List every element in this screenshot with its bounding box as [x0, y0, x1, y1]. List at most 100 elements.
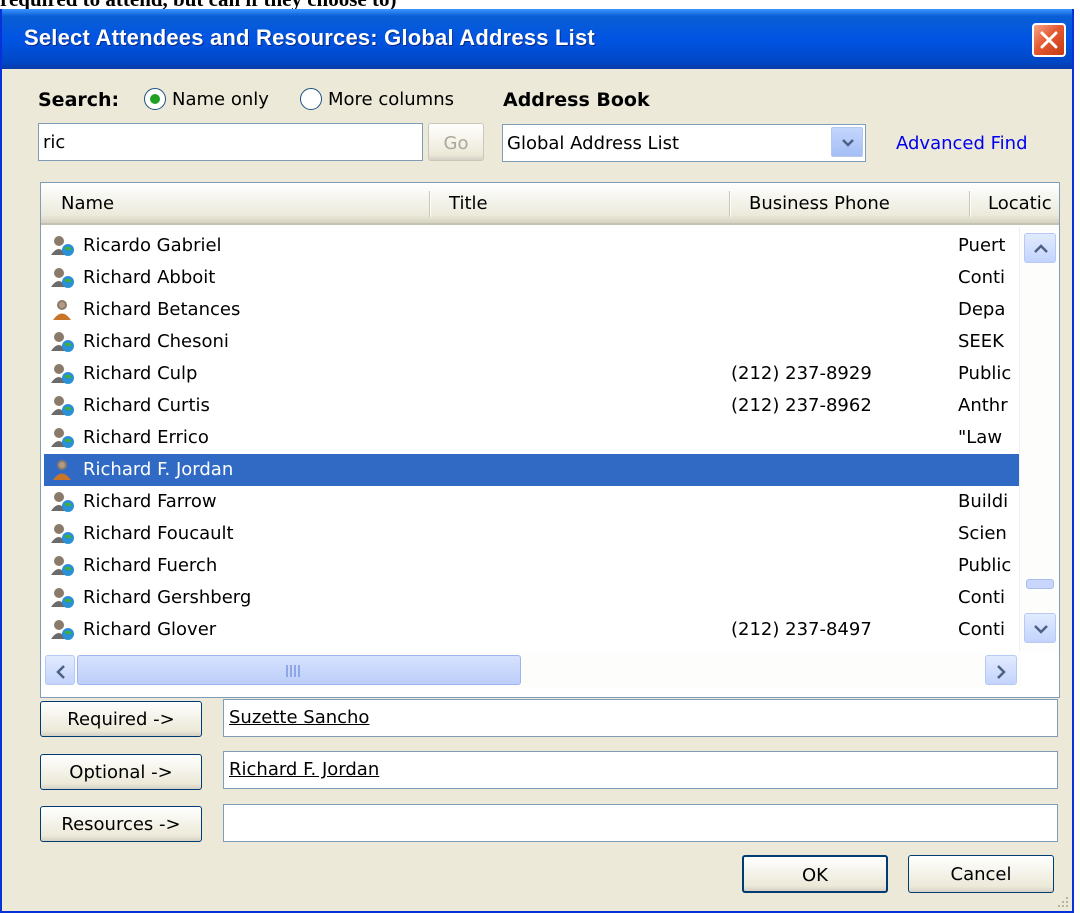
list-item[interactable]: Richard Curtis (212) 237-8962 Anthr [44, 390, 1019, 422]
address-book-label: Address Book [503, 89, 650, 111]
radio-name-only[interactable] [144, 88, 166, 110]
search-input[interactable]: ric [38, 123, 423, 161]
list-item[interactable]: Richard Abboit Conti [44, 262, 1019, 294]
page-top-text: required to attend, but can if they choo… [0, 0, 1080, 9]
row-name: Richard Betances [83, 299, 241, 320]
row-icon [51, 523, 75, 550]
column-divider[interactable] [969, 191, 971, 217]
row-name: Richard Chesoni [83, 331, 229, 352]
row-name: Richard Culp [83, 363, 198, 384]
contact-icon [51, 524, 74, 544]
contact-icon [51, 236, 74, 256]
radio-name-only-label[interactable]: Name only [172, 89, 269, 110]
required-field[interactable]: Suzette Sancho [223, 699, 1058, 737]
list-item[interactable]: Richard Errico "Law [44, 422, 1019, 454]
list-header: Name Title Business Phone Locatic [41, 183, 1059, 225]
row-icon [51, 363, 75, 390]
row-location: Conti [958, 267, 1006, 288]
cancel-button[interactable]: Cancel [908, 855, 1054, 893]
vertical-scrollbar[interactable] [1019, 227, 1059, 651]
row-name: Richard Gershberg [83, 587, 252, 608]
row-icon [51, 235, 75, 262]
scroll-down-button[interactable] [1024, 613, 1056, 643]
column-header-name[interactable]: Name [61, 193, 114, 214]
chevron-down-icon [842, 139, 854, 147]
resize-grip-icon[interactable] [1054, 893, 1070, 909]
row-name: Richard Foucault [83, 523, 234, 544]
select-attendees-dialog: Select Attendees and Resources: Global A… [0, 9, 1074, 913]
user-icon [53, 300, 71, 320]
contact-icon [51, 396, 74, 416]
resources-field[interactable] [223, 804, 1058, 842]
row-location: Conti [958, 619, 1006, 640]
list-item[interactable]: Richard Farrow Buildi [44, 486, 1019, 518]
contact-icon [51, 364, 74, 384]
grip-icon [286, 665, 300, 677]
row-name: Richard F. Jordan [83, 459, 234, 480]
list-item[interactable]: Richard Fuerch Public [44, 550, 1019, 582]
contact-icon [51, 492, 74, 512]
close-icon [1040, 31, 1058, 49]
chevron-up-icon [1034, 244, 1048, 253]
row-location: Scien [958, 523, 1007, 544]
row-name: Ricardo Gabriel [83, 235, 222, 256]
list-item[interactable]: Richard Betances Depa [44, 294, 1019, 326]
scroll-up-button[interactable] [1024, 233, 1056, 263]
list-item[interactable]: Richard Culp (212) 237-8929 Public [44, 358, 1019, 390]
column-header-title[interactable]: Title [449, 193, 488, 214]
chevron-down-icon [1034, 625, 1048, 634]
list-item[interactable]: Richard Gershberg Conti [44, 582, 1019, 614]
row-location: Conti [958, 587, 1006, 608]
search-label: Search: [38, 89, 120, 111]
row-icon [51, 331, 75, 358]
row-phone: (212) 237-8962 [731, 395, 872, 416]
row-location: Depa [958, 299, 1006, 320]
optional-field[interactable]: Richard F. Jordan [223, 751, 1058, 789]
resources-button[interactable]: Resources -> [40, 806, 202, 842]
list-item[interactable]: Ricardo Gabriel Puert [44, 230, 1019, 262]
contact-icon [51, 428, 74, 448]
ok-button[interactable]: OK [742, 855, 888, 893]
chevron-left-icon [56, 665, 65, 679]
list-item[interactable]: Richard F. Jordan [44, 454, 1019, 486]
row-location: Puert [958, 235, 1006, 256]
dropdown-button[interactable] [831, 127, 863, 157]
advanced-find-link[interactable]: Advanced Find [896, 133, 1028, 154]
close-button[interactable] [1032, 23, 1066, 57]
row-location: Anthr [958, 395, 1008, 416]
column-divider[interactable] [429, 191, 431, 217]
column-header-location[interactable]: Locatic [988, 193, 1052, 214]
radio-more-columns-label[interactable]: More columns [328, 89, 454, 110]
address-book-value: Global Address List [507, 133, 680, 154]
row-icon [51, 491, 75, 518]
list-item[interactable]: Richard Foucault Scien [44, 518, 1019, 550]
row-location: Buildi [958, 491, 1009, 512]
optional-button[interactable]: Optional -> [40, 754, 202, 790]
address-list: Name Title Business Phone Locatic Ricard… [40, 182, 1060, 698]
row-icon [51, 299, 73, 326]
scroll-left-button[interactable] [45, 655, 75, 685]
column-header-business-phone[interactable]: Business Phone [749, 193, 890, 214]
scroll-right-button[interactable] [985, 655, 1017, 685]
row-icon [51, 395, 75, 422]
user-icon [53, 460, 71, 480]
row-location: Public [958, 555, 1012, 576]
title-bar: Select Attendees and Resources: Global A… [2, 9, 1072, 69]
required-button[interactable]: Required -> [40, 701, 202, 737]
list-item[interactable]: Richard Glover (212) 237-8497 Conti [44, 614, 1019, 646]
row-location: Public [958, 363, 1012, 384]
address-book-select[interactable]: Global Address List [502, 124, 866, 162]
required-attendee: Suzette Sancho [229, 707, 370, 728]
row-icon [51, 459, 73, 486]
horizontal-scroll-thumb[interactable] [77, 655, 521, 685]
row-icon [51, 427, 75, 454]
horizontal-scrollbar[interactable] [41, 653, 1021, 687]
go-button[interactable]: Go [428, 123, 484, 161]
column-divider[interactable] [729, 191, 731, 217]
optional-attendee: Richard F. Jordan [229, 759, 380, 780]
radio-more-columns[interactable] [300, 88, 322, 110]
row-phone: (212) 237-8929 [731, 363, 872, 384]
list-item[interactable]: Richard Chesoni SEEK [44, 326, 1019, 358]
vertical-scroll-thumb[interactable] [1026, 579, 1054, 589]
dialog-title: Select Attendees and Resources: Global A… [24, 25, 595, 50]
